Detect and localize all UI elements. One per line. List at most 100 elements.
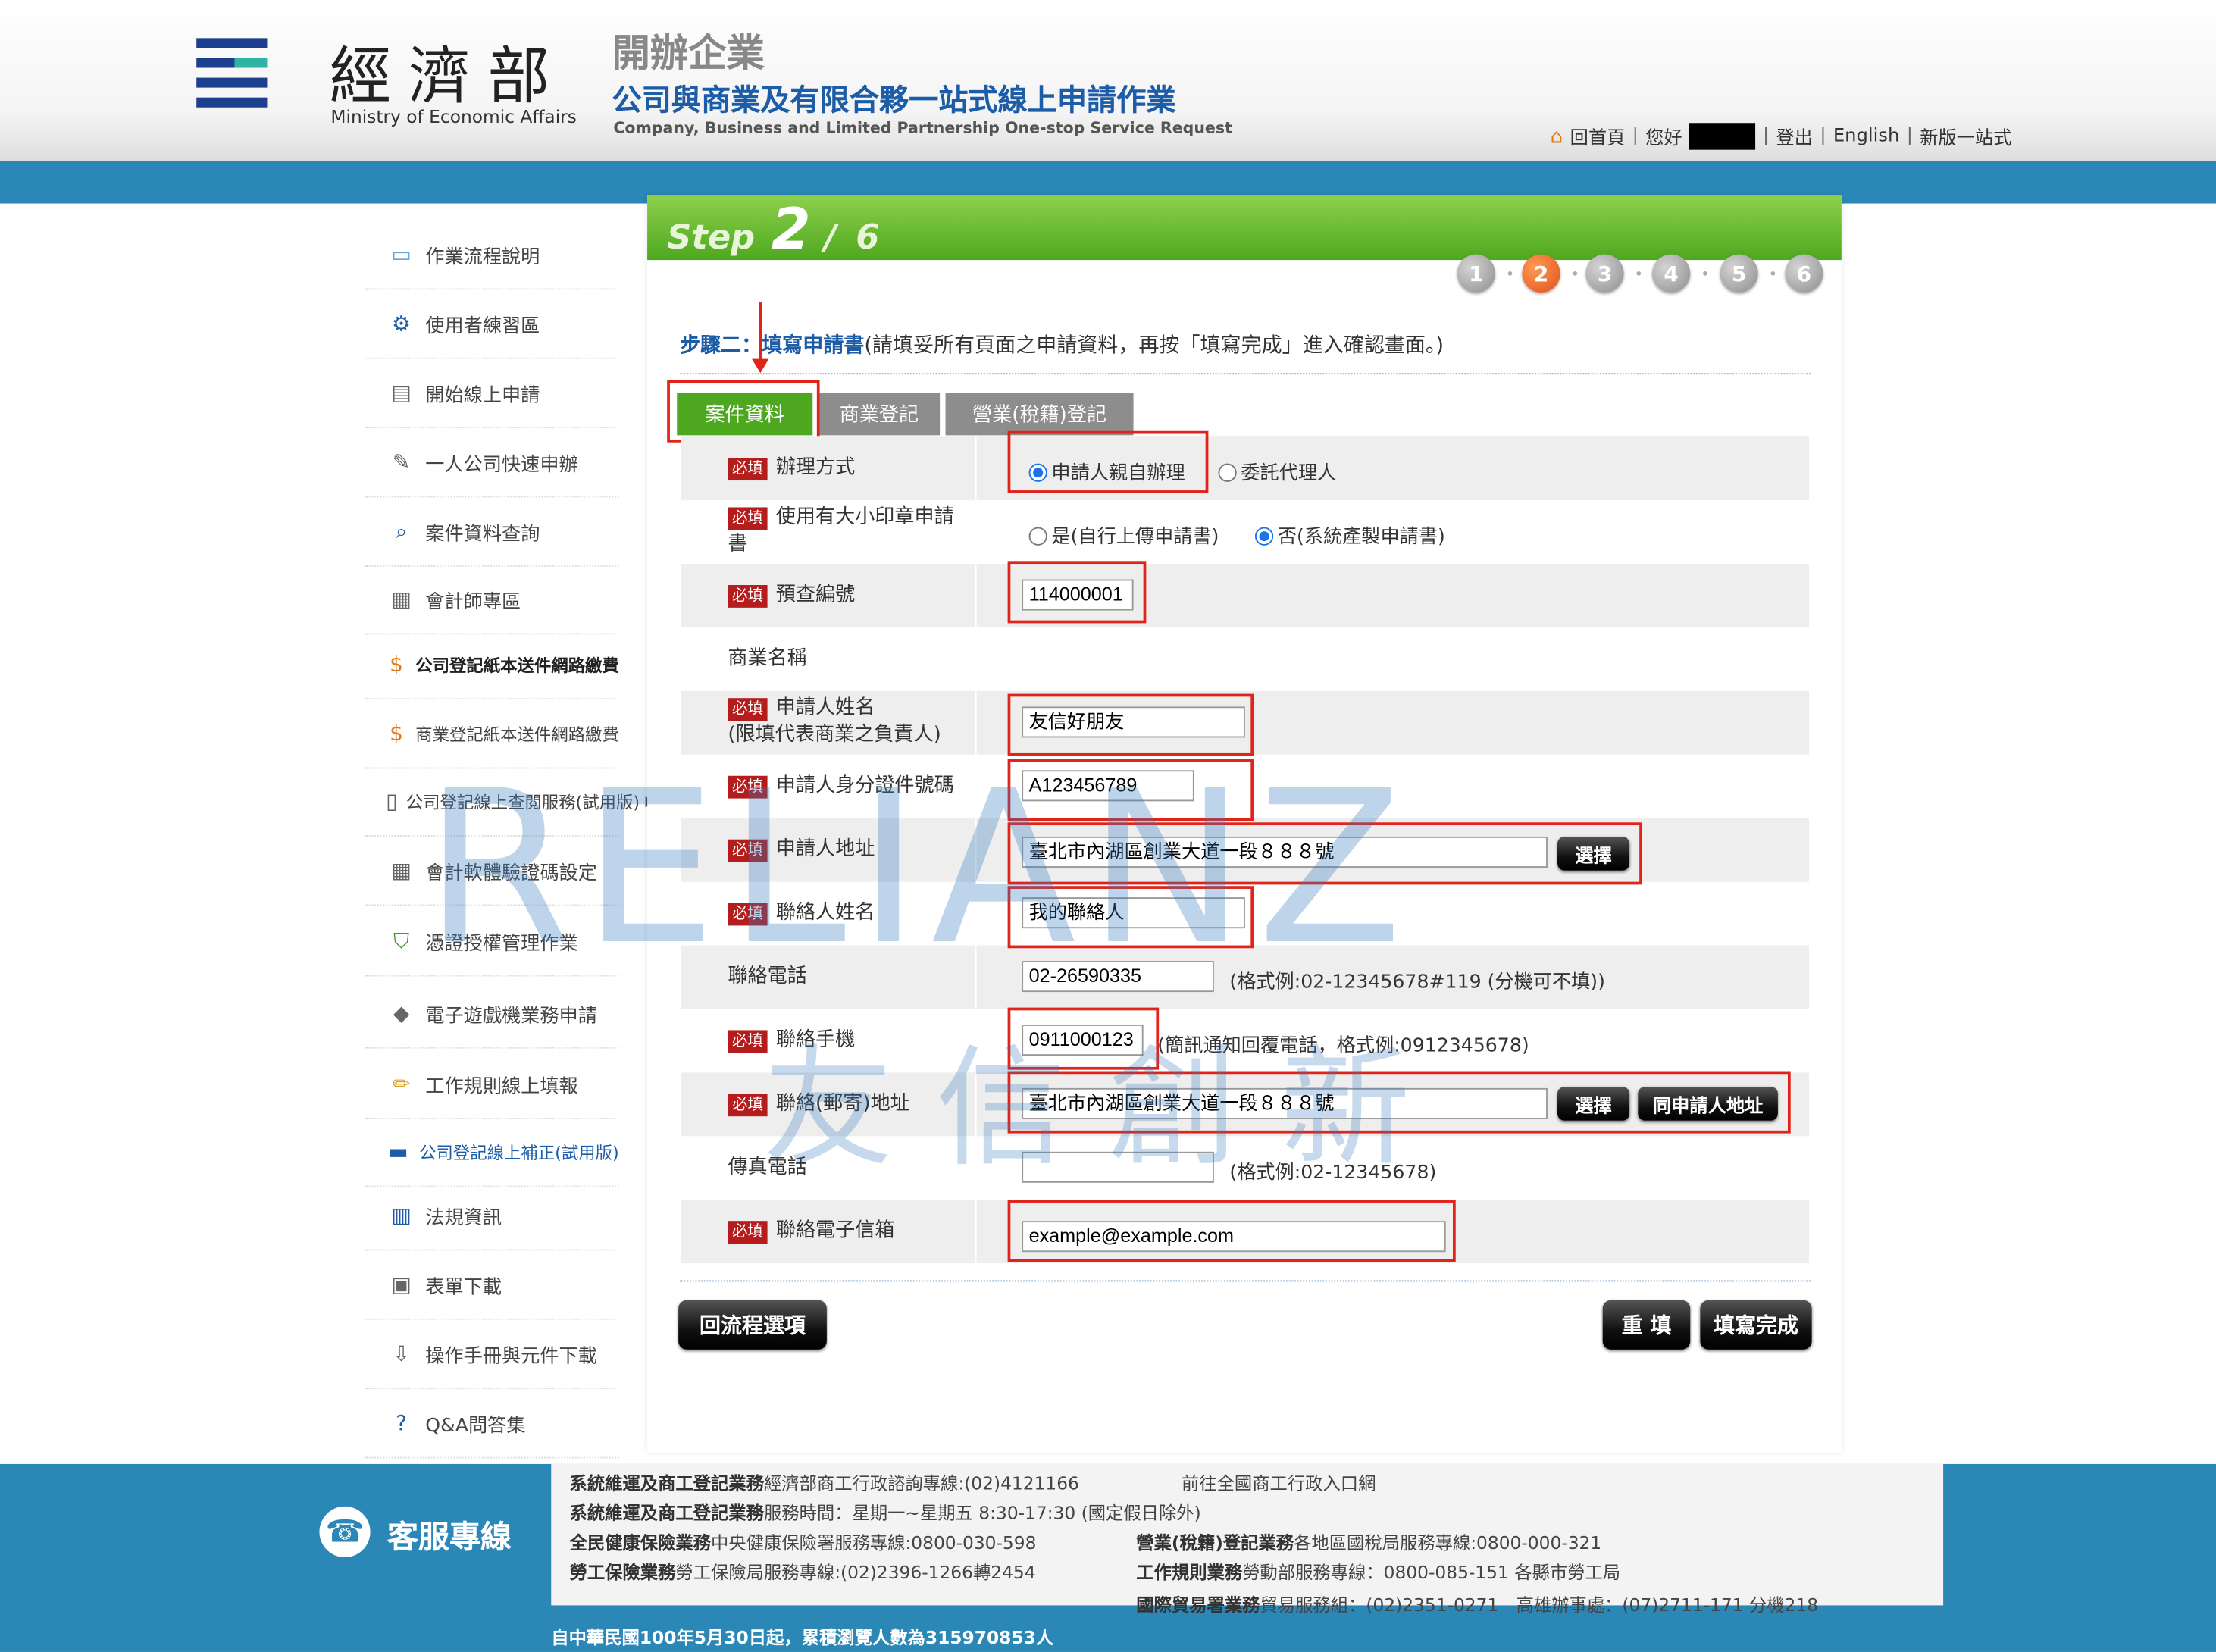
reset-button[interactable]: 重 填 — [1602, 1300, 1691, 1350]
gears-icon: ⚙ — [392, 311, 412, 336]
mobile-format-hint: (簡訊通知回覆電話，格式例:0912345678) — [1157, 1034, 1529, 1057]
customer-service-label: 客服專線 — [387, 1512, 512, 1557]
sidebar-item-label: 一人公司快速申辦 — [425, 453, 578, 477]
home-link[interactable]: 回首頁 — [1570, 123, 1626, 150]
field-label: 必填 使用有大小印章申請書 — [728, 505, 954, 558]
label-text: 聯絡電子信箱 — [775, 1219, 895, 1243]
back-to-options-button[interactable]: 回流程選項 — [678, 1300, 827, 1350]
label-text: 辦理方式 — [775, 456, 856, 480]
highlight-box — [1007, 759, 1254, 821]
sidebar-item-16[interactable]: ⇩ 操作手冊與元件下載 — [365, 1320, 619, 1390]
heading-divider — [679, 373, 1811, 375]
sidebar-item-14[interactable]: ▥ 法規資訊 — [365, 1181, 619, 1251]
step-current: 2 — [771, 198, 811, 263]
step-separator-dot — [1770, 271, 1776, 276]
footer-line: 勞工保險業務勞工保險局服務專線:(02)2396-1266轉2454 — [570, 1557, 1036, 1584]
phone-icon: ☎ — [319, 1506, 371, 1558]
sidebar-item-15[interactable]: ▣ 表單下載 — [365, 1250, 619, 1320]
sidebar-item-label: 開始線上申請 — [425, 384, 540, 408]
field-label: 商業名稱 — [728, 647, 807, 670]
sidebar-item-5[interactable]: ▦ 會計師專區 — [365, 565, 619, 635]
tab-business-registration[interactable]: 商業登記 — [818, 393, 941, 436]
field-label: 必填 申請人地址 — [728, 837, 875, 863]
field-label: 必填 聯絡人姓名 — [728, 900, 875, 927]
divider: | — [1906, 125, 1913, 147]
radio-label: 否(系統產製申請書) — [1277, 525, 1445, 549]
portal-link[interactable]: 前往全國商工行政入口網 — [1182, 1469, 1376, 1495]
question-icon: ? — [396, 1410, 408, 1436]
required-badge: 必填 — [728, 698, 768, 721]
sidebar-item-label: 公司登記線上補正(試用版) — [419, 1142, 619, 1162]
sidebar-item-9[interactable]: ▦ 會計軟體驗證碼設定 — [365, 837, 619, 906]
required-badge: 必填 — [728, 585, 768, 608]
sidebar-item-3[interactable]: ✎ 一人公司快速申辦 — [365, 428, 619, 498]
row-method: 必填 辦理方式 申請人親自辦理 委託代理人 — [681, 436, 1809, 501]
radio-button[interactable] — [1254, 527, 1274, 546]
radio-seal-yes[interactable]: 是(自行上傳申請書) — [1028, 520, 1219, 549]
radio-agent[interactable]: 委託代理人 — [1218, 456, 1336, 485]
system-short-name: 開辦企業 — [612, 32, 765, 77]
radio-seal-no[interactable]: 否(系統產製申請書) — [1254, 520, 1445, 549]
field-label: 必填 聯絡手機 — [728, 1028, 855, 1054]
sidebar-item-10[interactable]: ⛉ 憑證授權管理作業 — [365, 907, 619, 977]
sidebar-item-0[interactable]: ▭ 作業流程說明 — [365, 221, 619, 290]
tab-label: 營業(稅籍)登記 — [972, 404, 1107, 427]
contact-phone-field[interactable]: 02-26590335 — [1022, 961, 1214, 993]
required-badge: 必填 — [728, 903, 768, 926]
sidebar-item-11[interactable]: ◆ 電子遊戲機業務申請 — [365, 979, 619, 1049]
system-title: 公司與商業及有限合夥一站式線上申請作業 — [612, 82, 1176, 117]
heading-title: 步驟二：填寫申請書 — [679, 334, 865, 358]
highlight-box — [1007, 822, 1642, 885]
ministry-logo-icon — [196, 38, 268, 111]
fax-field[interactable] — [1022, 1151, 1214, 1183]
download-icon: ⇩ — [392, 1341, 411, 1367]
english-link[interactable]: English — [1833, 126, 1900, 147]
field-label: 必填 預查編號 — [728, 582, 855, 609]
visitor-count: 自中華民國100年5月30日起，累積瀏覽人數為315970853人 — [551, 1626, 1054, 1648]
finish-button[interactable]: 填寫完成 — [1700, 1300, 1812, 1350]
step-separator-dot — [1703, 271, 1707, 276]
save-icon: ▣ — [391, 1272, 412, 1297]
sidebar-item-13[interactable]: ▬ 公司登記線上補正(試用版) — [365, 1118, 619, 1187]
new-version-link[interactable]: 新版一站式 — [1920, 123, 2011, 150]
logout-link[interactable]: 登出 — [1776, 123, 1814, 150]
footer-line-title: 工作規則業務 — [1136, 1561, 1243, 1583]
field-label: 必填 聯絡(郵寄)地址 — [728, 1091, 910, 1118]
sidebar-item-7[interactable]: $ 商業登記紙本送件網路繳費 — [365, 699, 619, 769]
tab-tax-registration[interactable]: 營業(稅籍)登記 — [945, 393, 1134, 436]
sidebar-item-12[interactable]: ✏ 工作規則線上填報 — [365, 1050, 619, 1119]
label-text: 書 — [728, 533, 748, 555]
radio-button[interactable] — [1218, 463, 1237, 482]
sidebar-item-1[interactable]: ⚙ 使用者練習區 — [365, 289, 619, 359]
sidebar-item-17[interactable]: ? Q&A問答集 — [365, 1389, 619, 1459]
sidebar-item-8[interactable]: ▯公司登記線上查閱服務(試用版)▶ — [365, 768, 656, 837]
footer-line: 工作規則業務勞動部服務專線：0800-085-151 各縣市勞工局 — [1136, 1557, 1620, 1584]
book-icon: ▥ — [391, 1202, 412, 1228]
divider: | — [1820, 125, 1826, 147]
label-text: 申請人地址 — [775, 837, 875, 861]
document-icon: ▤ — [391, 380, 412, 406]
sidebar-item-4[interactable]: ⌕ 案件資料查詢 — [365, 497, 619, 567]
shield-icon: ⛉ — [393, 928, 410, 954]
footer-line-title: 國際貿易署業務 — [1136, 1594, 1260, 1616]
footer-line: 國際貿易署業務貿易服務組：(02)2351-0271 高雄辦事處：(07)271… — [1136, 1590, 1818, 1616]
radio-button[interactable] — [1028, 527, 1047, 546]
sidebar-item-label: 會計軟體驗證碼設定 — [425, 862, 597, 885]
web-icon: ▬ — [388, 1139, 408, 1165]
row-fax: 傳真電話 (格式例:02-12345678) — [681, 1136, 1809, 1200]
row-contact-phone: 聯絡電話 02-26590335 (格式例:02-12345678#119 (分… — [681, 945, 1809, 1009]
sidebar-item-label: Q&A問答集 — [425, 1414, 526, 1438]
sidebar-item-2[interactable]: ▤ 開始線上申請 — [365, 359, 619, 429]
label-text: (限填代表商業之負責人) — [728, 723, 941, 746]
sidebar-item-label: 商業登記紙本送件網路繳費 — [415, 724, 619, 744]
coin-payment-icon: $ — [390, 721, 403, 746]
step-total: 6 — [856, 217, 880, 258]
home-icon[interactable]: ⌂ — [1551, 125, 1563, 148]
footer-line-text: 服務時間：星期一~星期五 8:30-17:30 (國定假日除外) — [763, 1502, 1201, 1524]
step-dot-3: 3 — [1585, 254, 1624, 293]
sidebar-item-6[interactable]: $ 公司登記紙本送件網路繳費 — [365, 630, 619, 700]
footer-line-text: 前往全國商工行政入口網 — [1181, 1472, 1376, 1494]
edit-form-icon: ✎ — [392, 449, 411, 475]
label-text: 聯絡人姓名 — [775, 901, 875, 925]
footer-line-text: 中央健康保險署服務專線:0800-030-598 — [711, 1532, 1037, 1553]
